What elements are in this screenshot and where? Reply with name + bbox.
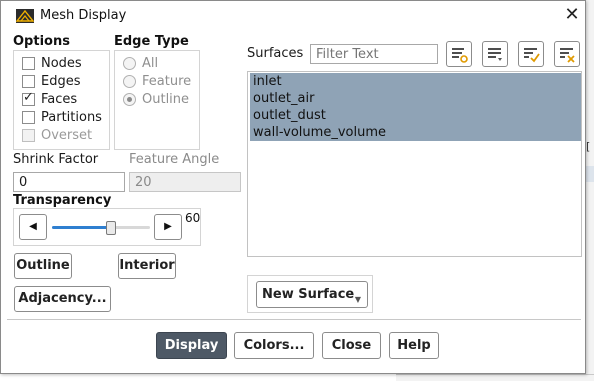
- edge-type-title: Edge Type: [114, 34, 189, 49]
- radio-circle[interactable]: [123, 56, 136, 70]
- checkbox-box: [22, 128, 35, 142]
- window-title: Mesh Display: [40, 8, 127, 23]
- new-surface-label: New Surface: [262, 287, 355, 302]
- radio-circle[interactable]: [123, 92, 136, 106]
- checkbox-label: Nodes: [41, 55, 82, 71]
- sort-surfaces-button[interactable]: [482, 41, 508, 67]
- radio-label: Outline: [142, 91, 190, 107]
- interior-button[interactable]: Interior: [118, 253, 176, 279]
- checkbox-label: Overset: [41, 127, 93, 143]
- list-item[interactable]: wall-volume_volume: [250, 124, 581, 141]
- select-all-button[interactable]: [518, 41, 544, 67]
- partitions-checkbox[interactable]: Partitions: [22, 108, 102, 126]
- radio-selected-dot: [127, 96, 132, 102]
- mesh-display-dialog: Mesh Display ✕ Options Nodes Edges ✓ Fac…: [0, 0, 586, 374]
- background-row-highlight: [585, 166, 594, 182]
- slider-fill: [52, 226, 111, 229]
- checkbox-label: Edges: [41, 73, 81, 89]
- help-button[interactable]: Help: [389, 332, 439, 359]
- radio-circle[interactable]: [123, 74, 136, 88]
- title-bar[interactable]: Mesh Display ✕: [1, 1, 585, 31]
- background-glyph: [: [586, 140, 591, 153]
- options-group: Nodes Edges ✓ Faces Partitions Overset: [13, 50, 110, 150]
- slider-right-arrow-icon[interactable]: ▶: [154, 214, 182, 240]
- surfaces-list[interactable]: inlet outlet_air outlet_dust wall-volume…: [247, 71, 582, 257]
- checkbox-box[interactable]: [22, 110, 35, 124]
- edges-checkbox[interactable]: Edges: [22, 72, 81, 90]
- feature-angle-label: Feature Angle: [129, 152, 220, 167]
- chevron-down-icon: ▼: [354, 295, 361, 304]
- close-icon[interactable]: ✕: [562, 5, 582, 25]
- radio-label: All: [142, 55, 159, 71]
- deselect-all-button[interactable]: [554, 41, 580, 67]
- edge-type-all-radio[interactable]: All: [123, 54, 158, 72]
- checkmark-icon: ✓: [23, 89, 34, 105]
- background-window-bottom: [396, 374, 594, 381]
- options-title: Options: [13, 34, 70, 49]
- shrink-factor-input[interactable]: 0: [13, 172, 125, 192]
- shrink-factor-label: Shrink Factor: [13, 152, 99, 167]
- overset-checkbox: Overset: [22, 126, 92, 144]
- transparency-group: ◀ ▶ 60: [13, 208, 201, 246]
- edge-type-outline-radio[interactable]: Outline: [123, 90, 189, 108]
- faces-checkbox[interactable]: ✓ Faces: [22, 90, 77, 108]
- slider-thumb[interactable]: [106, 221, 116, 235]
- display-button[interactable]: Display: [156, 332, 227, 359]
- select-all-surfaces-button[interactable]: [446, 41, 472, 67]
- list-dropdown-icon: [488, 48, 502, 61]
- feature-angle-input: 20: [129, 172, 241, 192]
- adjacency-button[interactable]: Adjacency...: [14, 286, 111, 312]
- separator: [7, 319, 581, 320]
- checkbox-box[interactable]: ✓: [22, 89, 35, 106]
- transparency-title: Transparency: [13, 193, 112, 208]
- nodes-checkbox[interactable]: Nodes: [22, 54, 82, 72]
- colors-button[interactable]: Colors...: [234, 332, 314, 359]
- edge-type-group: All Feature Outline: [114, 50, 200, 150]
- close-button[interactable]: Close: [322, 332, 381, 359]
- filter-list-icon: [452, 48, 468, 63]
- list-item[interactable]: outlet_air: [250, 90, 581, 107]
- checkbox-box[interactable]: [22, 74, 35, 88]
- outline-button[interactable]: Outline: [14, 253, 72, 279]
- surfaces-label: Surfaces: [247, 46, 304, 61]
- transparency-value: 60: [185, 211, 201, 225]
- radio-label: Feature: [142, 73, 192, 89]
- list-check-icon: [524, 48, 540, 63]
- slider-left-arrow-icon[interactable]: ◀: [19, 214, 47, 240]
- list-item[interactable]: inlet: [250, 73, 581, 90]
- list-item[interactable]: outlet_dust: [250, 107, 581, 124]
- checkbox-label: Faces: [41, 91, 78, 107]
- new-surface-group: New Surface ▼: [247, 275, 373, 313]
- list-clear-icon: [560, 48, 575, 63]
- checkbox-label: Partitions: [41, 109, 102, 125]
- checkbox-box[interactable]: [22, 56, 35, 70]
- edge-type-feature-radio[interactable]: Feature: [123, 72, 191, 90]
- surface-filter-input[interactable]: [310, 44, 438, 64]
- new-surface-button[interactable]: New Surface ▼: [256, 281, 368, 308]
- app-icon: [16, 9, 34, 23]
- slider-track[interactable]: [52, 226, 150, 229]
